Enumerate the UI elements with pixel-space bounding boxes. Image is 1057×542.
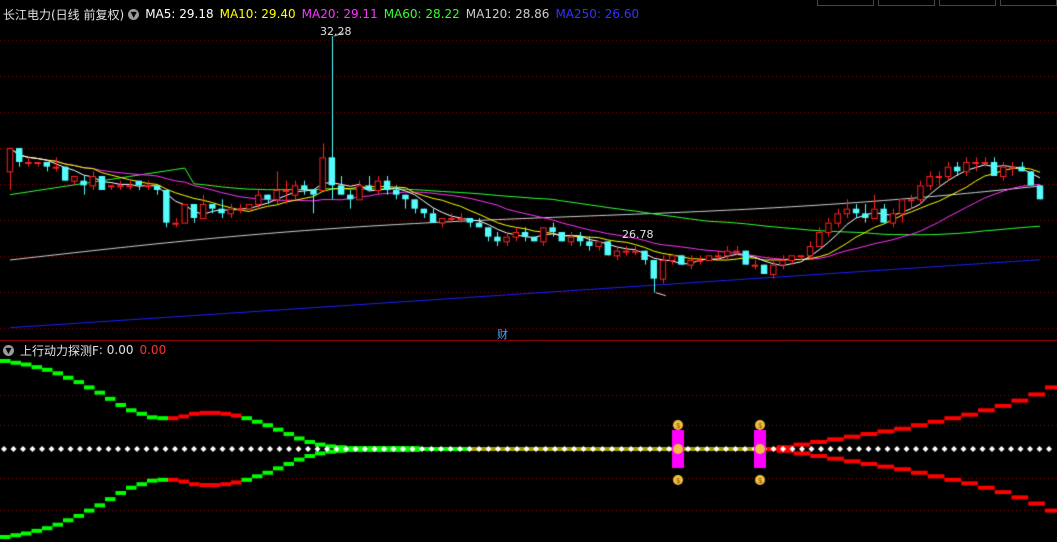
low-price-label: 26.78 xyxy=(622,228,654,241)
toolbar-tab[interactable] xyxy=(817,0,874,6)
kline-chart-canvas[interactable] xyxy=(0,0,1057,542)
high-price-label: 32.28 xyxy=(320,25,352,38)
main-panel-header: 长江电力(日线 前复权) ▼ MA5: 29.18 MA10: 29.40 MA… xyxy=(0,5,645,23)
indicator-value-2: 0.00 xyxy=(139,343,167,357)
finance-marker[interactable]: 财 xyxy=(497,326,508,342)
ma250-label: MA250: 26.60 xyxy=(555,7,640,21)
chevron-down-icon[interactable]: ▼ xyxy=(128,8,140,20)
ma60-label: MA60: 28.22 xyxy=(383,7,460,21)
ma20-label: MA20: 29.11 xyxy=(301,7,378,21)
toolbar-tab[interactable] xyxy=(878,0,935,6)
toolbar-tab[interactable] xyxy=(1000,0,1057,6)
indicator-title[interactable]: 上行动力探测F xyxy=(20,342,99,359)
indicator-value-1: : 0.00 xyxy=(98,343,134,357)
ma10-label: MA10: 29.40 xyxy=(219,7,296,21)
ma120-label: MA120: 28.86 xyxy=(465,7,550,21)
ma5-label: MA5: 29.18 xyxy=(145,7,214,21)
toolbar-tab[interactable] xyxy=(939,0,996,6)
chevron-down-icon[interactable]: ▼ xyxy=(3,344,14,356)
indicator-panel-header: ▼ 上行动力探测F : 0.00 0.00 xyxy=(0,341,172,359)
stock-title[interactable]: 长江电力(日线 前复权) xyxy=(3,6,124,23)
toolbar-tabs xyxy=(817,0,1057,6)
